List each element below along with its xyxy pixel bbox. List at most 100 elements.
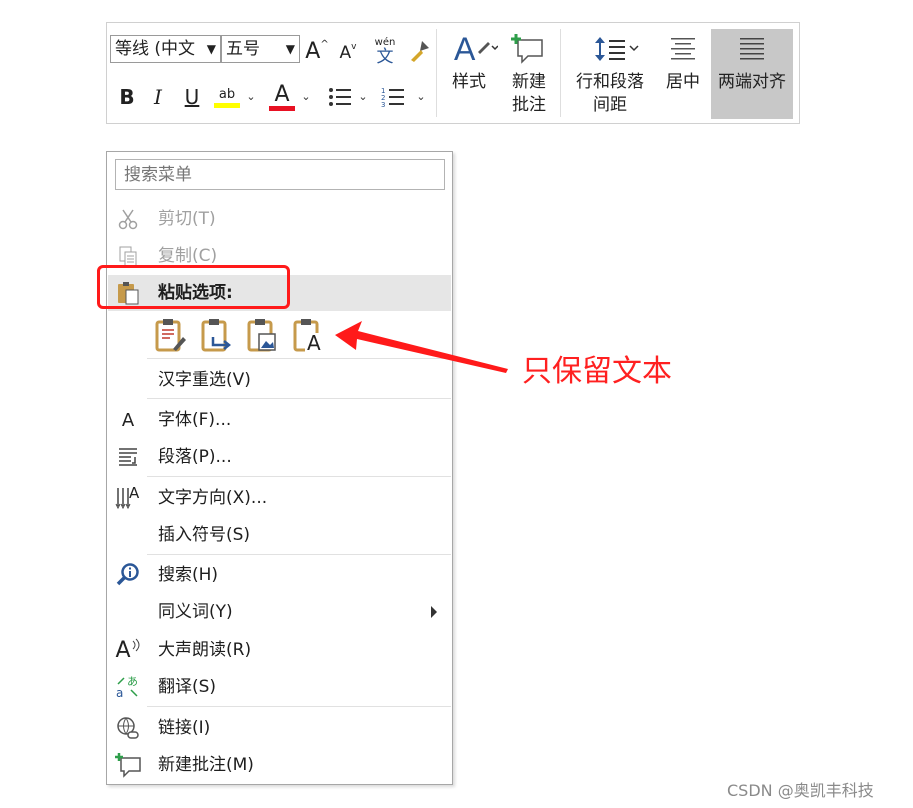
- numbering-icon: 1 2 3: [381, 87, 404, 109]
- annotation-note: 只保留文本: [522, 354, 672, 389]
- menu-separator: [147, 706, 451, 707]
- phonetic-guide-button[interactable]: wén 文: [372, 35, 398, 67]
- menu-item-label: 搜索(H): [158, 565, 219, 585]
- menu-item-label: 大声朗读(R): [158, 640, 252, 660]
- align-justify-icon: [740, 38, 764, 60]
- center-label: 居中: [666, 72, 700, 92]
- bullets-button[interactable]: [326, 83, 354, 111]
- menu-item-label: 同义词(Y): [158, 602, 233, 622]
- phonetic-char-text: 文: [376, 46, 394, 67]
- chevron-down-icon[interactable]: ⌄: [300, 89, 312, 103]
- styles-icon: A: [454, 31, 498, 66]
- italic-icon: I: [154, 85, 162, 109]
- justify-icon-wrap: [735, 33, 769, 63]
- font-size-select[interactable]: 五号 ▼: [221, 35, 300, 63]
- font-name-value: 等线 (中文: [115, 39, 196, 59]
- toolbar-separator: [436, 29, 437, 117]
- menu-item-label: 新建批注(M): [158, 755, 254, 775]
- justify-button[interactable]: 两端对齐: [711, 29, 793, 119]
- italic-button[interactable]: I: [148, 83, 168, 111]
- new-comment-label-1: 新建: [512, 72, 546, 92]
- line-spacing-button[interactable]: [591, 33, 643, 65]
- read-aloud-icon: A: [113, 636, 143, 664]
- justify-label: 两端对齐: [718, 72, 786, 92]
- font-icon: A: [121, 409, 135, 431]
- paste-picture-button[interactable]: [245, 317, 281, 355]
- shrink-font-button[interactable]: Av: [338, 41, 358, 65]
- grow-font-button[interactable]: A ^: [305, 37, 328, 65]
- text-direction-icon: A: [113, 484, 143, 512]
- line-spacing-label-2: 间距: [593, 95, 627, 115]
- svg-text:a: a: [116, 686, 123, 700]
- svg-text:3: 3: [381, 101, 385, 109]
- font-size-value: 五号: [226, 39, 260, 59]
- menu-item-label: 链接(I): [158, 718, 211, 738]
- paragraph-icon: [113, 443, 143, 471]
- menu-item-new-comment[interactable]: 新建批注(M): [108, 747, 451, 783]
- paste-text-glyph: A: [307, 331, 321, 355]
- align-center-icon: [671, 38, 695, 60]
- menu-separator: [147, 398, 451, 399]
- text-direction-glyph: A: [129, 484, 140, 502]
- line-spacing-icon: [595, 37, 639, 61]
- underline-icon: U: [184, 85, 200, 109]
- menu-item-label: 段落(P)...: [158, 447, 232, 467]
- menu-item-label: 插入符号(S): [158, 525, 251, 545]
- menu-item-label: 翻译(S): [158, 677, 217, 697]
- paste-options-highlight-box: [97, 265, 290, 309]
- format-painter-icon: [411, 41, 429, 62]
- styles-label: 样式: [452, 72, 486, 92]
- new-comment-button[interactable]: [508, 31, 548, 65]
- menu-item-translate[interactable]: aあ 翻译(S): [108, 669, 451, 705]
- menu-item-paragraph[interactable]: 段落(P)...: [108, 439, 451, 475]
- menu-item-cut[interactable]: 剪切(T): [108, 201, 451, 237]
- grow-font-icon: A: [305, 38, 321, 64]
- font-name-select[interactable]: 等线 (中文 ▼: [110, 35, 221, 63]
- chevron-down-icon: ▼: [206, 42, 216, 56]
- menu-search-input[interactable]: [115, 159, 445, 190]
- svg-text:A: A: [454, 31, 476, 66]
- menu-separator: [147, 476, 451, 477]
- chevron-down-icon: ▼: [285, 42, 295, 56]
- paste-keep-text-only-button[interactable]: A: [291, 317, 327, 355]
- new-comment-label-2: 批注: [512, 95, 546, 115]
- read-aloud-glyph: A: [115, 637, 131, 663]
- chevron-down-icon[interactable]: ⌄: [245, 89, 257, 103]
- font-color-bar: [269, 106, 295, 111]
- styles-button[interactable]: A: [448, 29, 500, 67]
- bullets-icon: [329, 88, 351, 106]
- menu-item-text-direction[interactable]: A 文字方向(X)...: [108, 480, 451, 516]
- menu-item-synonyms[interactable]: 同义词(Y): [108, 594, 451, 630]
- new-comment-icon: [511, 34, 543, 64]
- menu-item-read-aloud[interactable]: A 大声朗读(R): [108, 632, 451, 668]
- watermark: CSDN @奥凯丰科技: [727, 781, 874, 800]
- menu-item-link[interactable]: 链接(I): [108, 710, 451, 746]
- menu-separator: [147, 554, 451, 555]
- menu-item-label: 剪切(T): [158, 209, 216, 229]
- font-color-button[interactable]: A: [268, 81, 296, 113]
- toolbar-separator: [560, 29, 561, 117]
- chevron-down-icon[interactable]: ⌄: [415, 89, 427, 103]
- format-painter-button[interactable]: [405, 37, 433, 65]
- bold-icon: B: [119, 85, 135, 109]
- highlight-button[interactable]: ab: [213, 81, 241, 113]
- mini-toolbar: 等线 (中文 ▼ 五号 ▼ A ^ Av wén 文 B I U ab ⌄ A ⌄: [106, 22, 800, 124]
- paste-merge-formatting-button[interactable]: [199, 317, 235, 355]
- menu-item-search[interactable]: 搜索(H): [108, 557, 451, 593]
- bold-button[interactable]: B: [117, 83, 137, 111]
- paste-picture-icon: [247, 319, 276, 352]
- menu-item-font[interactable]: A 字体(F)...: [108, 402, 451, 438]
- numbering-button[interactable]: 1 2 3: [379, 83, 407, 111]
- chevron-down-icon[interactable]: ⌄: [357, 89, 369, 103]
- phonetic-pinyin-text: wén: [374, 36, 396, 48]
- font-color-icon: A: [274, 82, 290, 107]
- menu-item-label: 文字方向(X)...: [158, 488, 268, 508]
- paste-merge-formatting-icon: [201, 319, 232, 352]
- paste-keep-source-formatting-button[interactable]: [153, 317, 189, 355]
- highlight-color-bar: [214, 102, 240, 108]
- translate-icon: aあ: [113, 673, 143, 701]
- underline-button[interactable]: U: [182, 83, 202, 111]
- center-button[interactable]: [666, 33, 700, 63]
- red-arrow-icon: [335, 321, 508, 373]
- menu-item-insert-symbol[interactable]: 插入符号(S): [108, 517, 451, 553]
